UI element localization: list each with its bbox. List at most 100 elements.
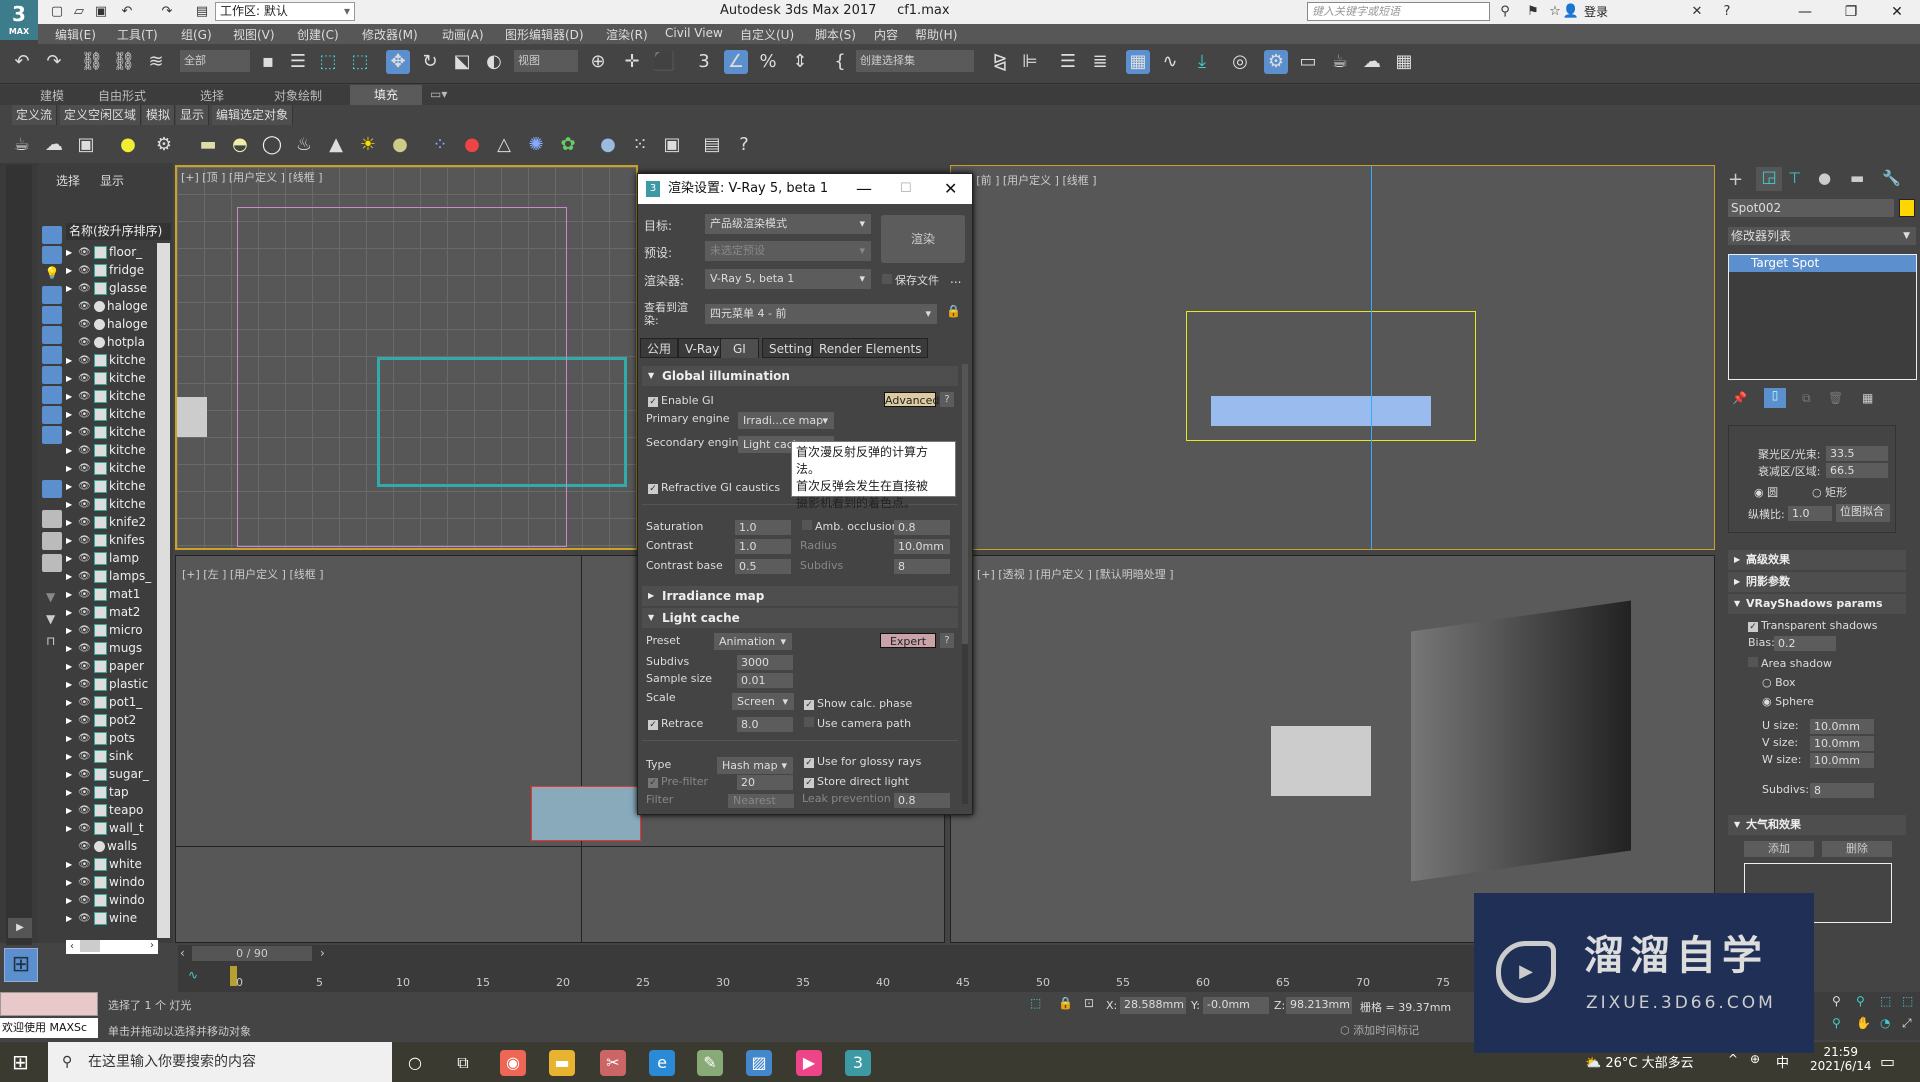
undo-icon[interactable]: ↶: [10, 50, 34, 74]
bind-space-warp-icon[interactable]: ≋: [144, 50, 168, 74]
list-item[interactable]: 👁 walls: [66, 837, 158, 855]
list-item[interactable]: ▶ 👁 kitche: [66, 423, 158, 441]
list-item[interactable]: ▶ 👁 glasse: [66, 279, 158, 297]
frame-buffer-icon[interactable]: ▣: [74, 133, 98, 157]
visibility-eye-icon[interactable]: 👁: [78, 787, 92, 798]
expand-arrow-icon[interactable]: ▶: [66, 248, 76, 257]
w-size-spinner[interactable]: 10.0mm: [1810, 753, 1874, 768]
expand-arrow-icon[interactable]: ▶: [66, 266, 76, 275]
subtab-edit-selected[interactable]: 编辑选定对象: [212, 105, 294, 125]
make-unique-icon[interactable]: ⧉: [1802, 391, 1811, 406]
renderer-dropdown[interactable]: V-Ray 5, beta 1 ▾: [705, 269, 871, 289]
sign-icon[interactable]: ⚑: [1524, 3, 1542, 21]
task-view-icon[interactable]: ⧉: [450, 1050, 476, 1076]
firefox-icon[interactable]: ◉: [500, 1050, 526, 1076]
vray-settings-icon[interactable]: ⚙: [152, 133, 176, 157]
expand-arrow-icon[interactable]: ▶: [66, 806, 76, 815]
funnel-icon[interactable]: ▼: [46, 612, 55, 626]
spinner-snap-icon[interactable]: ⇕: [788, 50, 812, 74]
align-icon[interactable]: ⊫: [1018, 50, 1042, 74]
prefilter-checkbox[interactable]: ✓ Pre-filter: [648, 775, 708, 788]
zoom-icon[interactable]: ⚲: [1832, 994, 1841, 1008]
preset-dropdown[interactable]: 未选定预设 ▾: [705, 241, 871, 261]
sphere-radio[interactable]: ◉ Sphere: [1762, 695, 1814, 708]
save-file-icon[interactable]: ▣: [92, 3, 110, 21]
visibility-eye-icon[interactable]: 👁: [78, 337, 92, 348]
expand-arrow-icon[interactable]: ▶: [66, 788, 76, 797]
tab-render-elements[interactable]: Render Elements: [812, 338, 929, 358]
prev-frame-icon[interactable]: ‹: [180, 946, 185, 960]
visibility-eye-icon[interactable]: 👁: [78, 373, 92, 384]
workspace-dropdown[interactable]: 工作区: 默认 ▾: [215, 2, 355, 21]
save-file-browse-button[interactable]: ...: [950, 272, 961, 286]
keyboard-shortcut-icon[interactable]: ⬛: [652, 50, 676, 74]
viewport-label[interactable]: [+] [左 ] [用户定义 ] [线框 ]: [182, 566, 324, 582]
list-item[interactable]: ▶ 👁 fridge: [66, 261, 158, 279]
motion-tab-icon[interactable]: ●: [1818, 169, 1831, 187]
explorer-tab-display[interactable]: 显示: [100, 172, 124, 189]
menu-customize[interactable]: 自定义(U): [740, 26, 794, 43]
modifier-list-dropdown[interactable]: 修改器列表 ▼: [1728, 227, 1916, 245]
vray-sphere-icon[interactable]: ●: [596, 133, 620, 157]
camera-filter-icon[interactable]: [42, 286, 62, 304]
selection-filter-dropdown[interactable]: 全部: [180, 50, 250, 72]
visibility-eye-icon[interactable]: 👁: [78, 697, 92, 708]
visibility-eye-icon[interactable]: 👁: [78, 571, 92, 582]
dialog-scrollbar[interactable]: [962, 364, 968, 804]
weather-widget[interactable]: ⛅ 26°C 大部多云: [1585, 1052, 1694, 1071]
shadow-subdivs-spinner[interactable]: 8: [1810, 783, 1874, 798]
visibility-eye-icon[interactable]: 👁: [78, 535, 92, 546]
transparent-shadows-checkbox[interactable]: ✓ Transparent shadows: [1748, 619, 1878, 632]
menu-help[interactable]: 帮助(H): [915, 26, 957, 43]
vray-mesh-light-icon[interactable]: ▲: [324, 133, 348, 157]
expand-arrow-icon[interactable]: ▶: [66, 446, 76, 455]
visibility-eye-icon[interactable]: 👁: [78, 625, 92, 636]
paint-icon[interactable]: ✎: [697, 1050, 723, 1076]
expand-arrow-icon[interactable]: ▶: [66, 716, 76, 725]
subdivs-spinner[interactable]: 8: [894, 559, 950, 574]
toolbar-extra-icon[interactable]: ▦: [1392, 50, 1416, 74]
menu-modifiers[interactable]: 修改器(M): [362, 26, 418, 43]
light-cache-section-header[interactable]: ▼ Light cache: [642, 608, 958, 628]
visibility-eye-icon[interactable]: 👁: [78, 319, 92, 330]
advanced-effects-section[interactable]: ▶ 高级效果: [1728, 550, 1906, 570]
remove-modifier-icon[interactable]: 🗑: [1828, 391, 1843, 405]
select-invert-icon[interactable]: [42, 554, 62, 572]
list-item[interactable]: 👁 haloge: [66, 315, 158, 333]
box-radio[interactable]: ○ Box: [1762, 676, 1796, 689]
minimize-icon[interactable]: —: [856, 174, 872, 204]
modify-tab-icon[interactable]: ◲: [1756, 167, 1782, 191]
sample-size-spinner[interactable]: 0.01: [737, 673, 793, 688]
expand-arrow-icon[interactable]: ▶: [66, 536, 76, 545]
expand-arrow-icon[interactable]: ▶: [66, 878, 76, 887]
stack-item-target-spot[interactable]: Target Spot: [1729, 255, 1916, 272]
circle-radio[interactable]: ◉ 圆: [1754, 484, 1778, 500]
subtab-define-flows[interactable]: 定义流: [12, 105, 58, 125]
visibility-eye-icon[interactable]: 👁: [78, 877, 92, 888]
visibility-eye-icon[interactable]: 👁: [78, 823, 92, 834]
add-effect-button[interactable]: 添加: [1744, 841, 1814, 857]
expand-arrow-icon[interactable]: ▶: [66, 482, 76, 491]
expand-arrow-icon[interactable]: ▶: [66, 644, 76, 653]
bone-filter-icon[interactable]: [42, 386, 62, 404]
teapot-icon[interactable]: ☕: [10, 133, 34, 157]
windows-start-icon[interactable]: ⊞: [12, 1050, 29, 1074]
ribbon-tab-freeform[interactable]: 自由形式: [98, 87, 146, 104]
notification-icon[interactable]: ▭: [1880, 1052, 1895, 1071]
hidden-filter-icon[interactable]: [42, 480, 62, 498]
irradiance-map-section-header[interactable]: ▶ Irradiance map: [642, 586, 958, 606]
vray-dome-light-icon[interactable]: ◓: [228, 133, 252, 157]
contrast-base-spinner[interactable]: 0.5: [735, 559, 791, 574]
list-item[interactable]: ▶ 👁 sink: [66, 747, 158, 765]
contrast-spinner[interactable]: 1.0: [735, 539, 791, 554]
list-item[interactable]: ▶ 👁 micro: [66, 621, 158, 639]
vray-sphere-light-icon[interactable]: ◯: [260, 133, 284, 157]
ribbon-tab-modeling[interactable]: 建模: [40, 87, 64, 104]
vray-scene-converter-icon[interactable]: ▤: [700, 133, 724, 157]
redo-icon[interactable]: ↷: [42, 50, 66, 74]
visibility-eye-icon[interactable]: 👁: [78, 355, 92, 366]
orbit-icon[interactable]: ◔: [1880, 1016, 1890, 1030]
bitmap-fit-button[interactable]: 位图拟合: [1836, 504, 1890, 522]
edge-icon[interactable]: e: [649, 1050, 675, 1076]
x-coord-input[interactable]: 28.588mm: [1120, 997, 1186, 1014]
